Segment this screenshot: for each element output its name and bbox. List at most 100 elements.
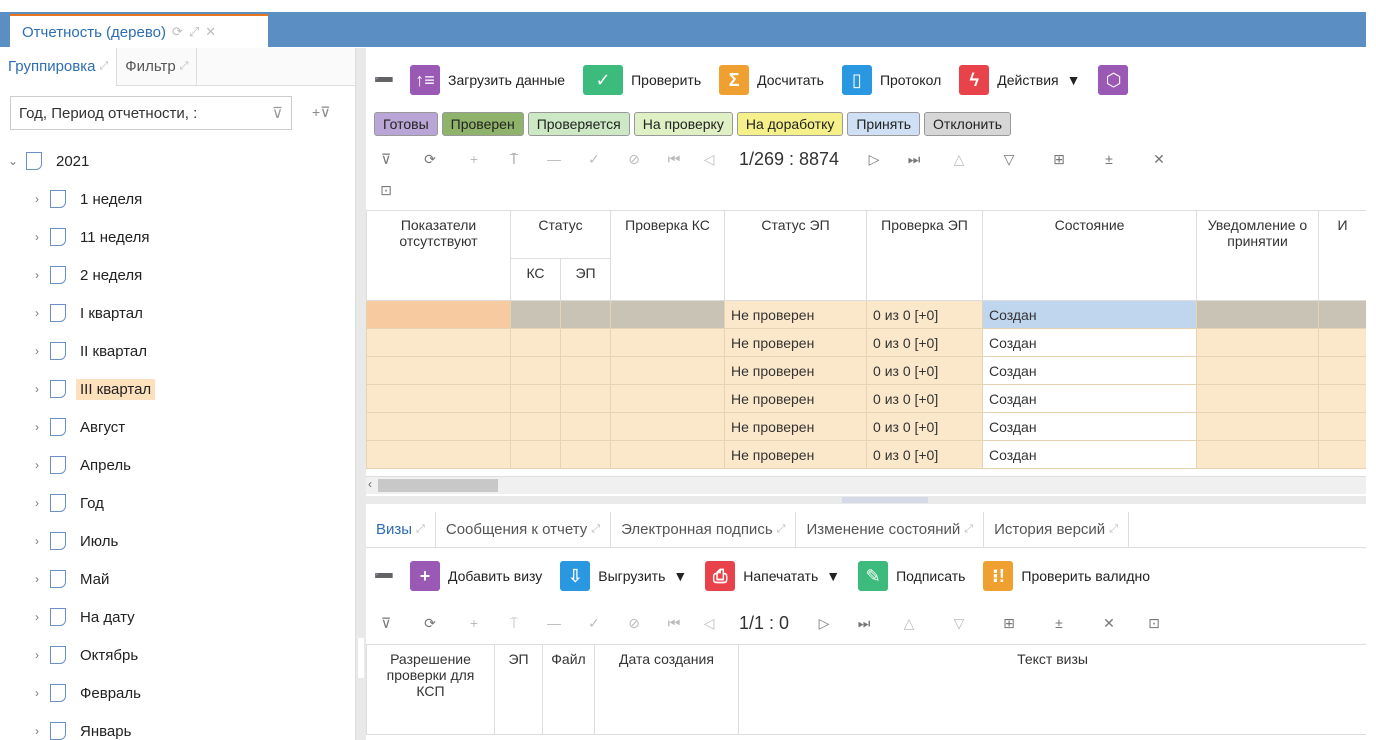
export-button[interactable]: ⇩ Выгрузить ▼ xyxy=(560,561,687,591)
columns-icon[interactable]: ⊞ xyxy=(984,615,1034,632)
chevron-right-icon[interactable]: › xyxy=(30,458,44,472)
chevron-right-icon[interactable]: › xyxy=(30,572,44,586)
next-page-icon[interactable]: ▷ xyxy=(804,615,844,632)
status-filter-button[interactable]: Отклонить xyxy=(924,112,1012,136)
chevron-right-icon[interactable]: › xyxy=(30,192,44,206)
tree-node[interactable]: › I квартал xyxy=(0,294,356,332)
col-notice[interactable]: Уведомление о принятии xyxy=(1196,210,1320,301)
status-filter-button[interactable]: На проверку xyxy=(633,112,733,136)
expand-icon[interactable]: ⤢ xyxy=(964,523,973,536)
filter-icon[interactable]: ⊽ xyxy=(366,151,406,168)
load-data-button[interactable]: ↑≡ Загрузить данные xyxy=(410,65,565,95)
chevron-right-icon[interactable]: › xyxy=(30,268,44,282)
tree-node[interactable]: › 11 неделя xyxy=(0,218,356,256)
chevron-down-icon[interactable]: ⌄ xyxy=(6,154,20,168)
col-status-ep[interactable]: Статус ЭП xyxy=(724,210,868,301)
tree-node[interactable]: › Август xyxy=(0,408,356,446)
recalc-button[interactable]: Σ Досчитать xyxy=(719,65,824,95)
col-file[interactable]: Файл xyxy=(542,644,595,735)
expand-icon[interactable]: ⤢ xyxy=(591,523,600,536)
add-visa-button[interactable]: + Добавить визу xyxy=(410,561,542,591)
grouping-select[interactable]: Год, Период отчетности, : ⊽ xyxy=(10,96,292,130)
chevron-right-icon[interactable]: › xyxy=(30,686,44,700)
expand-icon[interactable]: ⤢ xyxy=(416,523,425,536)
actions-button[interactable]: ϟ Действия ▼ xyxy=(959,65,1080,95)
col-status[interactable]: Статус xyxy=(509,210,612,259)
scroll-left-icon[interactable]: ‹ xyxy=(368,477,372,491)
expand-rows-icon[interactable]: ± xyxy=(1034,615,1084,631)
status-filter-button[interactable]: Проверяется xyxy=(527,112,630,136)
tab-grouping[interactable]: Группировка ⤢ xyxy=(0,47,118,86)
cube-button[interactable]: ⬡ xyxy=(1098,65,1129,95)
expand-icon[interactable]: ⤢ xyxy=(99,60,108,73)
vertical-splitter[interactable] xyxy=(356,48,366,740)
tree-node[interactable]: › Октябрь xyxy=(0,636,356,674)
status-filter-button[interactable]: Готовы xyxy=(374,112,438,136)
table-row[interactable]: Не проверен 0 из 0 [+0] Создан xyxy=(366,356,1366,385)
tree-node[interactable]: › Январь xyxy=(0,712,356,740)
edit-icon[interactable]: ⍑ xyxy=(494,151,534,168)
status-filter-button[interactable]: Принять xyxy=(847,112,921,136)
col-extra[interactable]: И xyxy=(1318,210,1366,301)
close-icon[interactable]: ✕ xyxy=(1134,151,1184,168)
expand-icon[interactable]: ⤢ xyxy=(777,523,786,536)
table-row[interactable]: Не проверен 0 из 0 [+0] Создан xyxy=(366,440,1366,469)
col-state[interactable]: Состояние xyxy=(982,210,1198,301)
filter-icon[interactable]: ⊽ xyxy=(366,615,406,632)
refresh-icon[interactable]: ⟳ xyxy=(172,24,183,40)
expand-icon[interactable]: ⤢ xyxy=(1109,523,1118,536)
tree-node[interactable]: › II квартал xyxy=(0,332,356,370)
table-row[interactable]: Не проверен 0 из 0 [+0] Создан xyxy=(366,384,1366,413)
table-row[interactable]: Не проверен 0 из 0 [+0] Создан xyxy=(366,328,1366,357)
next-page-icon[interactable]: ▷ xyxy=(854,151,894,168)
filter-icon[interactable]: ⊽ xyxy=(272,104,283,122)
horizontal-splitter[interactable] xyxy=(366,496,1366,504)
bottom-tab[interactable]: Изменение состояний ⤢ xyxy=(796,511,985,548)
horizontal-scrollbar[interactable]: ‹ xyxy=(366,476,1366,494)
tree-node[interactable]: › 1 неделя xyxy=(0,180,356,218)
last-page-icon[interactable]: ⏭ xyxy=(894,151,934,168)
col-check-ep[interactable]: Проверка ЭП xyxy=(866,210,984,301)
chevron-right-icon[interactable]: › xyxy=(30,610,44,624)
col-created[interactable]: Дата создания xyxy=(594,644,739,735)
collapse-icon[interactable]: ➖ xyxy=(374,70,396,90)
protocol-button[interactable]: ▯ Протокол xyxy=(841,65,941,95)
collapse-icon[interactable]: ➖ xyxy=(374,566,396,586)
chevron-right-icon[interactable]: › xyxy=(30,496,44,510)
add-filter-icon[interactable]: +⊽ xyxy=(312,104,330,121)
chevron-right-icon[interactable]: › xyxy=(30,724,44,738)
tree-node[interactable]: › III квартал xyxy=(0,370,356,408)
tree-node[interactable]: › Февраль xyxy=(0,674,356,712)
chevron-right-icon[interactable]: › xyxy=(30,230,44,244)
col-absent[interactable]: Показатели отсутствуют xyxy=(366,210,511,301)
expand-icon[interactable]: ⤢ xyxy=(180,60,189,73)
col-ep[interactable]: ЭП xyxy=(494,644,543,735)
bottom-tab[interactable]: История версий ⤢ xyxy=(984,511,1130,548)
scrollbar-thumb[interactable] xyxy=(378,479,498,492)
close-icon[interactable]: ✕ xyxy=(205,24,216,40)
table-row[interactable]: Не проверен 0 из 0 [+0] Создан xyxy=(366,412,1366,441)
col-visa-text[interactable]: Текст визы xyxy=(738,644,1366,735)
tab-filter[interactable]: Фильтр ⤢ xyxy=(117,47,198,86)
refresh-icon[interactable]: ⟳ xyxy=(406,615,454,632)
bottom-tab[interactable]: Электронная подпись ⤢ xyxy=(611,511,797,548)
expand-icon[interactable]: ⤢ xyxy=(189,24,199,40)
status-filter-button[interactable]: Проверен xyxy=(441,112,524,136)
tree-node[interactable]: › На дату xyxy=(0,598,356,636)
col-check-ks[interactable]: Проверка КС xyxy=(610,210,726,301)
chevron-right-icon[interactable]: › xyxy=(30,420,44,434)
tree-node[interactable]: › Июль xyxy=(0,522,356,560)
chevron-right-icon[interactable]: › xyxy=(30,344,44,358)
table-row[interactable]: Не проверен 0 из 0 [+0] Создан xyxy=(366,300,1366,329)
close-icon[interactable]: ✕ xyxy=(1084,615,1134,632)
chevron-right-icon[interactable]: › xyxy=(30,382,44,396)
tree-node[interactable]: › 2 неделя xyxy=(0,256,356,294)
chevron-right-icon[interactable]: › xyxy=(30,648,44,662)
col-ep[interactable]: ЭП xyxy=(559,258,612,301)
col-ks[interactable]: КС xyxy=(510,258,561,301)
document-tab[interactable]: Отчетность (дерево) ⟳ ⤢ ✕ xyxy=(10,14,268,48)
chevron-right-icon[interactable]: › xyxy=(30,306,44,320)
col-permission[interactable]: Разрешение проверки для КСП xyxy=(366,644,495,735)
expand-rows-icon[interactable]: ± xyxy=(1084,151,1134,167)
sort-desc-icon[interactable]: ▽ xyxy=(984,151,1034,168)
